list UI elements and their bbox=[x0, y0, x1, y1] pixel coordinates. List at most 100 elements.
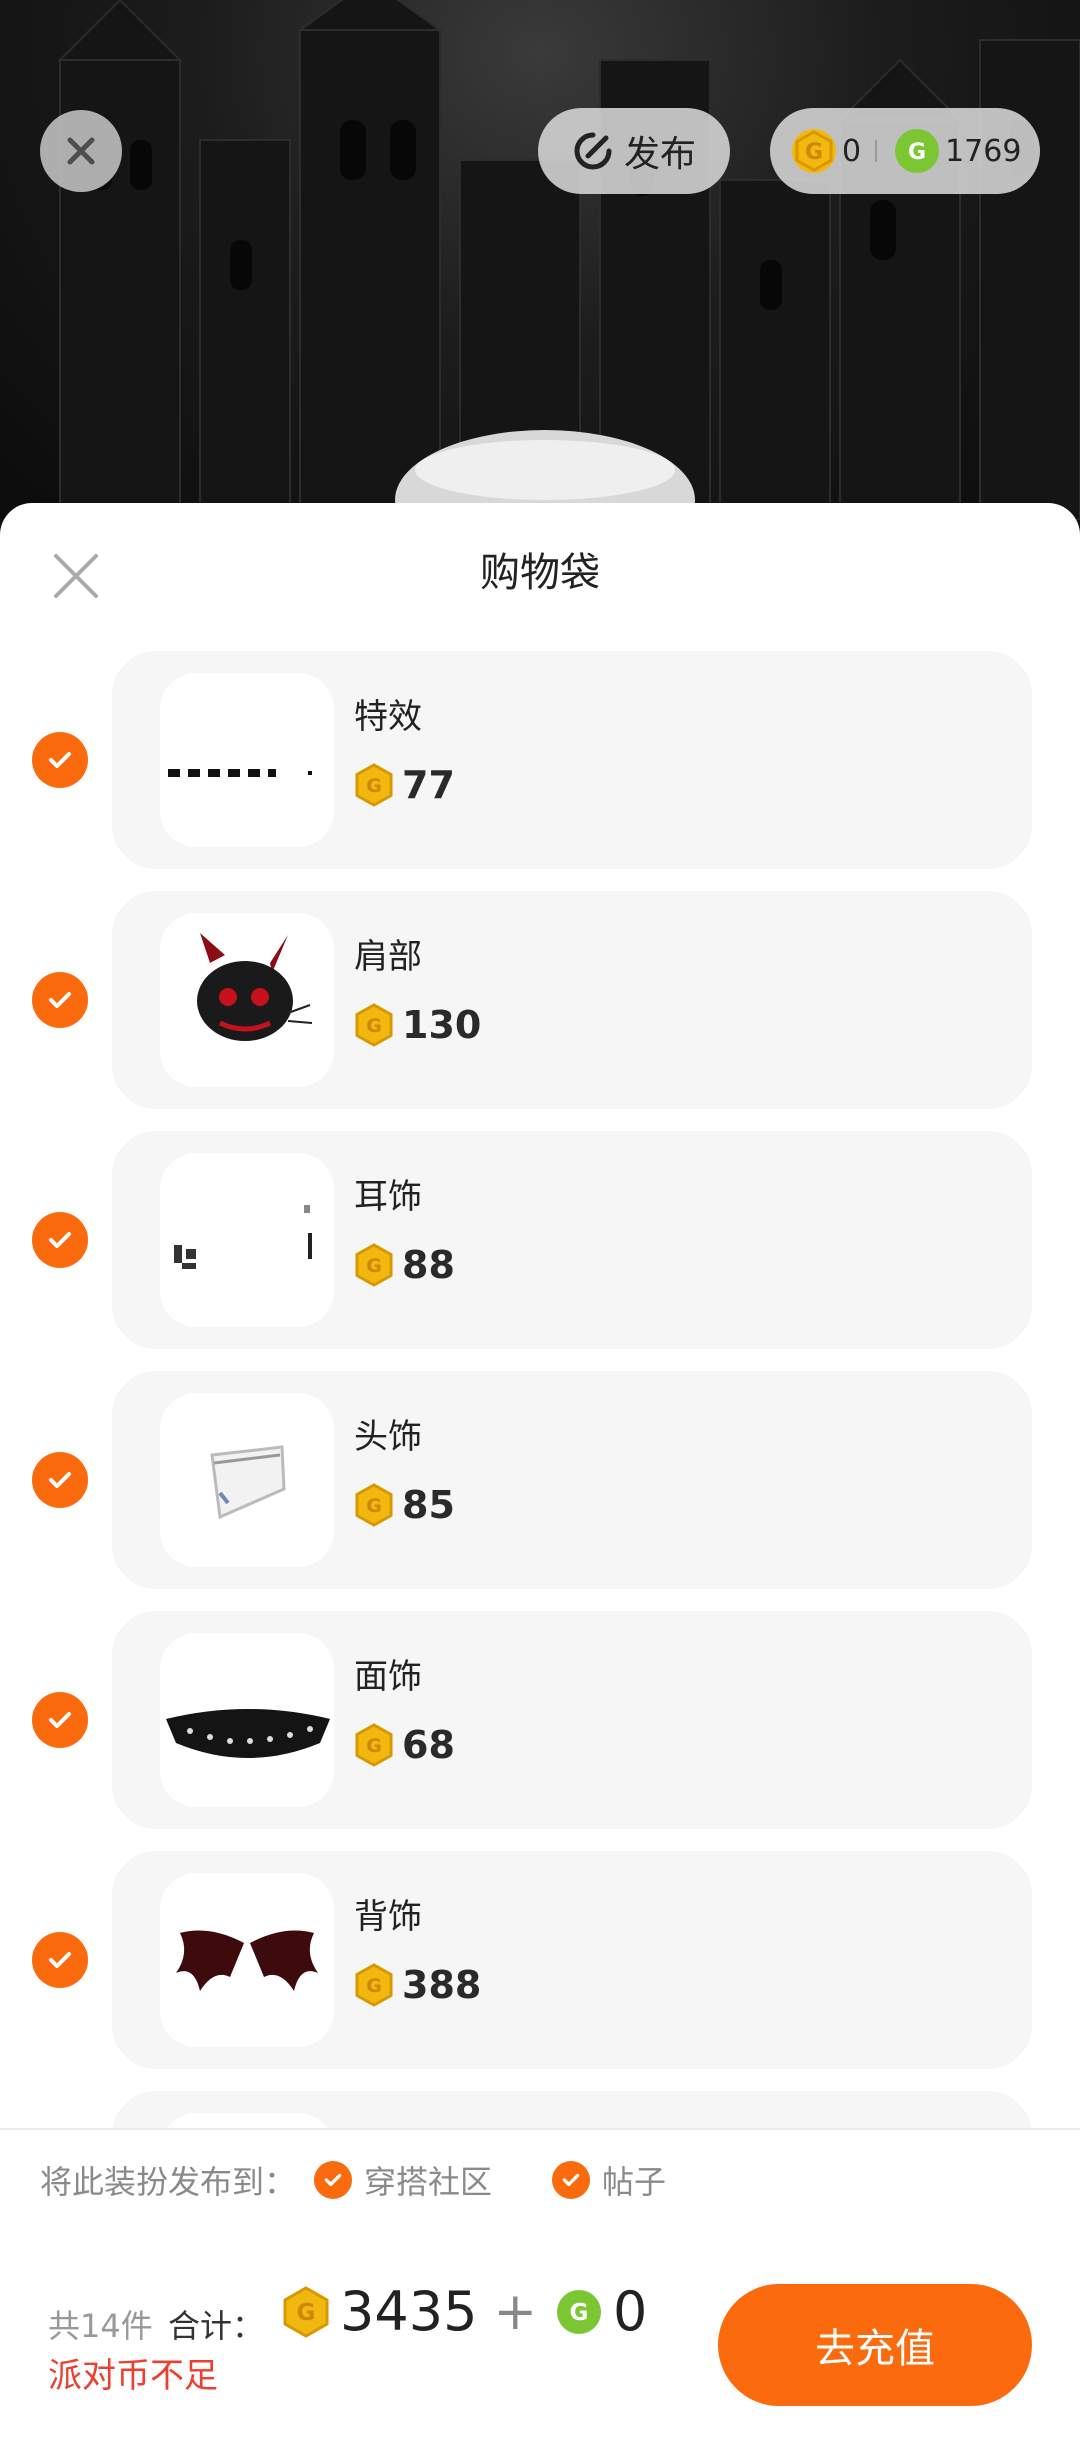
green-total: 0 bbox=[613, 2280, 648, 2343]
svg-text:G: G bbox=[366, 1015, 382, 1037]
check-icon bbox=[49, 1472, 71, 1488]
item-price: 388 bbox=[402, 1963, 482, 2007]
gold-coin-icon: G bbox=[355, 1483, 393, 1527]
check-icon bbox=[324, 2173, 342, 2187]
check-icon bbox=[562, 2173, 580, 2187]
item-price-row: G 388 bbox=[354, 1963, 481, 2007]
svg-text:G: G bbox=[366, 775, 382, 797]
check-icon bbox=[49, 1712, 71, 1728]
item-card[interactable]: 特效 G 77 bbox=[112, 651, 1032, 869]
item-thumbnail bbox=[160, 673, 334, 847]
list-item[interactable]: 背饰 G 388 bbox=[0, 1851, 1080, 2069]
item-checkbox[interactable] bbox=[32, 1212, 88, 1268]
item-count: 共14件 bbox=[48, 2307, 153, 2345]
option-label: 帖子 bbox=[602, 2163, 667, 2201]
item-card[interactable]: 耳饰 G 88 bbox=[112, 1131, 1032, 1349]
svg-text:G: G bbox=[908, 140, 926, 165]
publish-option-post[interactable]: 帖子 bbox=[552, 2157, 666, 2203]
item-price: 88 bbox=[402, 1243, 455, 1287]
close-icon bbox=[67, 137, 95, 165]
item-thumbnail bbox=[160, 1873, 334, 2047]
publish-label: 发布 bbox=[623, 134, 696, 175]
item-price-row: G 130 bbox=[354, 1003, 481, 1047]
item-checkbox[interactable] bbox=[32, 1452, 88, 1508]
item-category: 面饰 bbox=[354, 1657, 422, 1697]
gold-coin-icon: G bbox=[355, 1243, 393, 1287]
gold-total: 3435 bbox=[340, 2280, 478, 2343]
item-checkbox[interactable] bbox=[32, 1932, 88, 1988]
publish-option-community[interactable]: 穿搭社区 bbox=[314, 2157, 492, 2203]
item-category: 肩部 bbox=[354, 937, 422, 977]
checkout-footer: 共14件 合计： G 3435 + G 0 派对币不足 去充值 bbox=[0, 2230, 1080, 2460]
item-category: 特效 bbox=[354, 697, 422, 737]
green-coin-icon: G bbox=[557, 2290, 602, 2334]
close-avatar-button[interactable] bbox=[40, 110, 122, 192]
item-category: 耳饰 bbox=[354, 1177, 422, 1217]
item-price: 68 bbox=[402, 1723, 455, 1767]
list-item[interactable]: 耳饰 G 88 bbox=[0, 1131, 1080, 1349]
plus-sign: + bbox=[493, 2282, 538, 2342]
item-category: 背饰 bbox=[354, 1897, 422, 1937]
svg-text:G: G bbox=[297, 2300, 316, 2326]
publish-to-label: 将此装扮发布到： bbox=[40, 2163, 297, 2201]
item-category: 头饰 bbox=[354, 1417, 422, 1457]
total-label: 合计： bbox=[168, 2307, 265, 2345]
green-coin-icon: G bbox=[895, 129, 940, 173]
gold-coin-icon: G bbox=[283, 2286, 329, 2338]
svg-text:G: G bbox=[366, 1255, 382, 1277]
item-card[interactable]: 头饰 G 85 bbox=[112, 1371, 1032, 1589]
item-price: 77 bbox=[402, 763, 455, 807]
publish-button[interactable]: 发布 bbox=[538, 108, 730, 194]
item-thumbnail bbox=[160, 1153, 334, 1327]
publish-options-bar: 将此装扮发布到： 穿搭社区 帖子 bbox=[0, 2128, 1080, 2232]
item-card[interactable]: 面饰 G 68 bbox=[112, 1611, 1032, 1829]
option-checkbox[interactable] bbox=[314, 2161, 353, 2199]
check-icon bbox=[49, 752, 71, 768]
item-card[interactable]: 肩部 G 130 bbox=[112, 891, 1032, 1109]
recharge-button[interactable]: 去充值 bbox=[718, 2284, 1032, 2406]
svg-text:G: G bbox=[570, 2300, 589, 2326]
list-item[interactable]: 面饰 G 68 bbox=[0, 1611, 1080, 1829]
item-card[interactable] bbox=[112, 2091, 1032, 2128]
item-checkbox[interactable] bbox=[32, 972, 88, 1028]
item-checkbox[interactable] bbox=[32, 1692, 88, 1748]
check-icon bbox=[49, 1952, 71, 1968]
svg-text:G: G bbox=[366, 1495, 382, 1517]
list-item[interactable] bbox=[0, 2091, 1080, 2128]
total-price: G 3435 + G 0 bbox=[282, 2280, 647, 2344]
castle-background-image bbox=[57, 0, 1080, 520]
option-checkbox[interactable] bbox=[552, 2161, 591, 2199]
gold-coin-icon: G bbox=[355, 763, 393, 807]
green-balance: 1769 bbox=[945, 133, 1022, 169]
check-icon bbox=[49, 1232, 71, 1248]
gold-coin-icon: G bbox=[355, 1963, 393, 2007]
gold-balance: 0 bbox=[842, 133, 862, 169]
item-price: 85 bbox=[402, 1483, 455, 1527]
list-item[interactable]: 头饰 G 85 bbox=[0, 1371, 1080, 1589]
currency-balance[interactable]: G 0 G 1769 bbox=[770, 108, 1040, 194]
item-price-row: G 68 bbox=[354, 1723, 455, 1767]
divider bbox=[875, 140, 878, 162]
item-price-row: G 85 bbox=[354, 1483, 455, 1527]
insufficient-coins-warning: 派对币不足 bbox=[48, 2356, 218, 2396]
avatar-scene-background bbox=[0, 0, 1080, 520]
gold-coin-icon: G bbox=[792, 129, 836, 173]
item-price-row: G 88 bbox=[354, 1243, 455, 1287]
check-icon bbox=[49, 992, 71, 1008]
svg-text:G: G bbox=[366, 1975, 382, 1997]
item-price: 130 bbox=[402, 1003, 482, 1047]
item-thumbnail bbox=[160, 1393, 334, 1567]
svg-text:G: G bbox=[366, 1735, 382, 1757]
item-list[interactable]: 购物袋 特效 G 77 肩部 G 130 耳饰 G 88 头饰 G 85 面饰 … bbox=[0, 503, 1080, 2128]
sheet-title: 购物袋 bbox=[480, 550, 600, 596]
item-card[interactable]: 背饰 G 388 bbox=[112, 1851, 1032, 2069]
gold-coin-icon: G bbox=[355, 1723, 393, 1767]
list-item[interactable]: 肩部 G 130 bbox=[0, 891, 1080, 1109]
item-thumbnail bbox=[160, 2113, 334, 2128]
item-thumbnail bbox=[160, 1633, 334, 1807]
list-item[interactable]: 特效 G 77 bbox=[0, 651, 1080, 869]
item-thumbnail bbox=[160, 913, 334, 1087]
publish-icon bbox=[574, 132, 612, 170]
svg-text:G: G bbox=[805, 140, 823, 165]
item-checkbox[interactable] bbox=[32, 732, 88, 788]
